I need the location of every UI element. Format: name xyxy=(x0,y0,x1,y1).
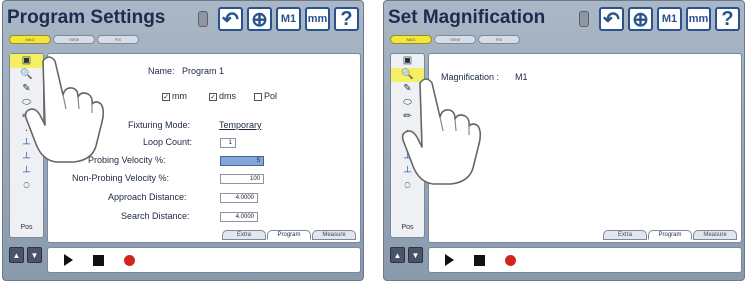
dms-checkbox[interactable]: ✓ dms xyxy=(209,91,236,101)
name-value[interactable]: Program 1 xyxy=(182,66,224,76)
page-title: Program Settings xyxy=(7,7,166,28)
help-button[interactable]: ? xyxy=(334,7,359,31)
play-icon[interactable] xyxy=(64,254,73,266)
tab-fix[interactable]: FIX xyxy=(97,35,139,44)
header-buttons: ↶ ⊕ M1 mm ? xyxy=(198,7,359,31)
header-buttons: ↶ ⊕ M1 mm ? xyxy=(579,7,740,31)
scroll-up-button[interactable]: ▲ xyxy=(9,247,24,263)
loop-count-field[interactable]: 1 xyxy=(220,138,236,148)
settings-panel: Name: Program 1 ✓ mm ✓ dms Pol Fixturing M… xyxy=(47,53,361,243)
probing-velocity-field[interactable]: 5 xyxy=(220,156,264,166)
tab-fix[interactable]: FIX xyxy=(478,35,520,44)
feature-sidebar: ▣ 🔍 ✎ ⬭ ✏ · ┴ ┴ ┴ ⍥ Pos xyxy=(9,53,44,238)
magnification-button[interactable]: M1 xyxy=(657,7,682,31)
tab-measure[interactable]: Measure xyxy=(312,230,356,240)
sidebar-item-probe-icon[interactable]: ⬭ xyxy=(10,96,43,110)
tab-measure[interactable]: Measure xyxy=(693,230,737,240)
check-icon: ✓ xyxy=(209,92,217,101)
record-icon[interactable] xyxy=(124,254,135,266)
sidebar-item-magnify-icon[interactable]: 🔍 xyxy=(391,68,424,82)
sidebar-item-probe-icon[interactable]: ⬭ xyxy=(391,96,424,110)
scroll-down-button[interactable]: ▼ xyxy=(408,247,423,263)
sidebar-item-datum-icon[interactable]: ┴ xyxy=(10,152,43,166)
sidebar-pos-label: Pos xyxy=(401,224,414,231)
sidebar-item-datum-icon[interactable]: ┴ xyxy=(10,166,43,180)
scroll-arrows: ▲ ▼ xyxy=(9,247,42,263)
tab-view[interactable]: VIEW xyxy=(53,35,95,44)
tab-mag[interactable]: MAG xyxy=(390,35,432,44)
fixturing-mode-value[interactable]: Temporary xyxy=(219,120,262,130)
search-distance-field[interactable]: 4.0000 xyxy=(220,212,258,222)
sidebar-item-line-icon[interactable]: ✏ xyxy=(10,110,43,124)
tab-extra[interactable]: Extra xyxy=(222,230,266,240)
pol-checkbox[interactable]: Pol xyxy=(254,91,277,101)
sidebar-pos-label: Pos xyxy=(20,224,33,231)
check-icon: ✓ xyxy=(162,92,170,101)
sidebar-item-magnify-icon[interactable]: 🔍 xyxy=(10,68,43,82)
fixturing-mode-label: Fixturing Mode: xyxy=(128,120,191,130)
tab-view[interactable]: VIEW xyxy=(434,35,476,44)
non-probing-velocity-label: Non-Probing Velocity %: xyxy=(72,173,170,183)
record-icon[interactable] xyxy=(505,254,516,266)
sidebar-item-circle-icon[interactable]: ⍥ xyxy=(391,180,424,194)
playback-bar xyxy=(428,247,742,273)
playback-bar xyxy=(47,247,361,273)
top-tabs: MAG VIEW FIX xyxy=(9,35,139,44)
approach-distance-label: Approach Distance: xyxy=(108,192,187,202)
target-button[interactable]: ⊕ xyxy=(628,7,653,31)
play-icon[interactable] xyxy=(445,254,454,266)
sidebar-item-edit-icon[interactable]: ✎ xyxy=(391,82,424,96)
probing-velocity-label: Probing Velocity %: xyxy=(88,155,166,165)
search-distance-label: Search Distance: xyxy=(121,211,190,221)
lock-icon xyxy=(579,11,589,27)
loop-count-label: Loop Count: xyxy=(143,137,193,147)
tab-extra[interactable]: Extra xyxy=(603,230,647,240)
undo-button[interactable]: ↶ xyxy=(218,7,243,31)
checkbox-empty-icon xyxy=(254,92,262,101)
top-tabs: MAG VIEW FIX xyxy=(390,35,520,44)
scroll-arrows: ▲ ▼ xyxy=(390,247,423,263)
sidebar-item-point-icon[interactable]: · xyxy=(10,124,43,138)
scroll-down-button[interactable]: ▼ xyxy=(27,247,42,263)
bottom-tabs: Extra Program Measure xyxy=(222,230,356,240)
scroll-up-button[interactable]: ▲ xyxy=(390,247,405,263)
units-button[interactable]: mm xyxy=(686,7,711,31)
feature-sidebar: ▣ 🔍 ✎ ⬭ ✏ · ┴ ┴ ┴ ⍥ Pos xyxy=(390,53,425,238)
bottom-tabs: Extra Program Measure xyxy=(603,230,737,240)
sidebar-item-datum-icon[interactable]: ┴ xyxy=(391,152,424,166)
set-magnification-screen: Set Magnification MAG VIEW FIX ↶ ⊕ M1 mm… xyxy=(383,0,745,281)
non-probing-velocity-field[interactable]: 100 xyxy=(220,174,264,184)
magnification-label: Magnification : xyxy=(441,72,500,82)
name-label: Name: xyxy=(148,66,175,76)
sidebar-item-datum-icon[interactable]: ┴ xyxy=(391,166,424,180)
magnification-panel: Magnification : M1 Extra Program Measure xyxy=(428,53,742,243)
sidebar-item-point-icon[interactable]: · xyxy=(391,124,424,138)
sidebar-item-line-icon[interactable]: ✏ xyxy=(391,110,424,124)
magnification-button[interactable]: M1 xyxy=(276,7,301,31)
mm-checkbox[interactable]: ✓ mm xyxy=(162,91,187,101)
help-button[interactable]: ? xyxy=(715,7,740,31)
sidebar-item-program-icon[interactable]: ▣ xyxy=(10,54,43,68)
approach-distance-field[interactable]: 4.0000 xyxy=(220,193,258,203)
sidebar-item-datum-icon[interactable]: ┴ xyxy=(391,138,424,152)
sidebar-item-datum-icon[interactable]: ┴ xyxy=(10,138,43,152)
sidebar-item-edit-icon[interactable]: ✎ xyxy=(10,82,43,96)
stop-icon[interactable] xyxy=(93,254,104,266)
stop-icon[interactable] xyxy=(474,254,485,266)
lock-icon xyxy=(198,11,208,27)
sidebar-item-program-icon[interactable]: ▣ xyxy=(391,54,424,68)
tab-mag[interactable]: MAG xyxy=(9,35,51,44)
magnification-value[interactable]: M1 xyxy=(515,72,528,82)
tab-program[interactable]: Program xyxy=(267,230,311,240)
undo-button[interactable]: ↶ xyxy=(599,7,624,31)
page-title: Set Magnification xyxy=(388,7,546,28)
tab-program[interactable]: Program xyxy=(648,230,692,240)
units-button[interactable]: mm xyxy=(305,7,330,31)
program-settings-screen: Program Settings MAG VIEW FIX ↶ ⊕ M1 mm … xyxy=(2,0,364,281)
sidebar-item-circle-icon[interactable]: ⍥ xyxy=(10,180,43,194)
target-button[interactable]: ⊕ xyxy=(247,7,272,31)
